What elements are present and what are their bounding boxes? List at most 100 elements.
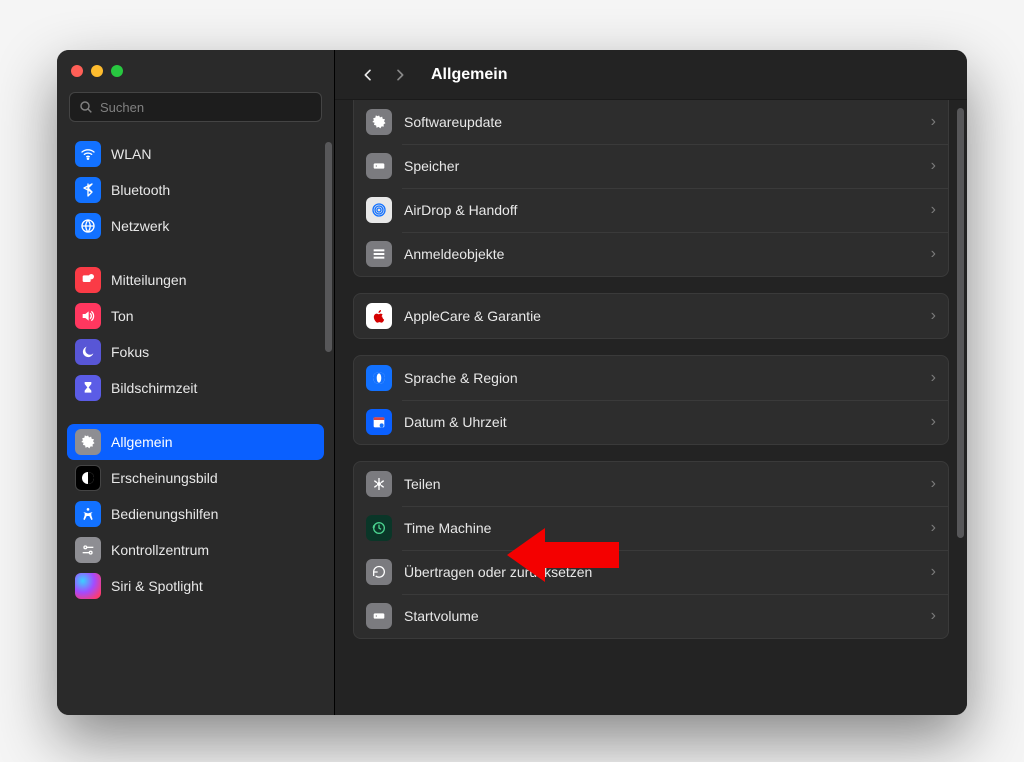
sidebar-item-kontrollzentrum[interactable]: Kontrollzentrum (67, 532, 324, 568)
globe-icon (75, 213, 101, 239)
forward-button[interactable] (387, 60, 413, 90)
chevron-right-icon: › (931, 113, 936, 131)
sidebar-item-label: Fokus (111, 344, 149, 360)
search-icon (78, 99, 94, 115)
cal-icon (366, 409, 392, 435)
sidebar-item-siri-spotlight[interactable]: Siri & Spotlight (67, 568, 324, 604)
cc-icon (75, 537, 101, 563)
sidebar-item-fokus[interactable]: Fokus (67, 334, 324, 370)
sidebar-item-label: Allgemein (111, 434, 172, 450)
airdrop-icon (366, 197, 392, 223)
chevron-right-icon: › (931, 563, 936, 581)
chevron-right-icon: › (931, 201, 936, 219)
zoom-window-button[interactable] (111, 65, 123, 77)
settings-section: AppleCare & Garantie › (353, 293, 949, 339)
list-icon (366, 241, 392, 267)
search-field[interactable] (69, 92, 322, 122)
share-icon (366, 471, 392, 497)
settings-row-airdrop-handoff[interactable]: AirDrop & Handoff › (354, 188, 948, 232)
settings-row-softwareupdate[interactable]: Softwareupdate › (354, 100, 948, 144)
sidebar-item-label: Erscheinungsbild (111, 470, 218, 486)
globe2-icon (366, 365, 392, 391)
settings-row-startvolume[interactable]: Startvolume › (354, 594, 948, 638)
settings-row-datum-uhrzeit[interactable]: Datum & Uhrzeit › (354, 400, 948, 444)
settings-row-label: Time Machine (404, 520, 491, 536)
moon-icon (75, 339, 101, 365)
settings-row-time-machine[interactable]: Time Machine › (354, 506, 948, 550)
sidebar-item-label: Netzwerk (111, 218, 169, 234)
sidebar-item-ton[interactable]: Ton (67, 298, 324, 334)
page-title: Allgemein (431, 66, 507, 84)
sidebar-item-allgemein[interactable]: Allgemein (67, 424, 324, 460)
sidebar-item-bedienungshilfen[interactable]: Bedienungshilfen (67, 496, 324, 532)
sidebar-item-label: Siri & Spotlight (111, 578, 203, 594)
sidebar-item-label: Mitteilungen (111, 272, 187, 288)
chevron-right-icon: › (931, 245, 936, 263)
sidebar-item-label: Bedienungshilfen (111, 506, 218, 522)
chevron-right-icon: › (931, 157, 936, 175)
settings-row--bertragen-oder-zur-cksetzen[interactable]: Übertragen oder zurücksetzen › (354, 550, 948, 594)
settings-row-label: Anmeldeobjekte (404, 246, 504, 262)
sidebar-item-bluetooth[interactable]: Bluetooth (67, 172, 324, 208)
appearance-icon (75, 465, 101, 491)
bell-icon (75, 267, 101, 293)
chevron-right-icon: › (931, 369, 936, 387)
settings-row-teilen[interactable]: Teilen › (354, 462, 948, 506)
access-icon (75, 501, 101, 527)
bt-icon (75, 177, 101, 203)
chevron-right-icon: › (931, 519, 936, 537)
settings-section: Sprache & Region › Datum & Uhrzeit › (353, 355, 949, 445)
chevron-right-icon: › (931, 413, 936, 431)
sidebar-item-wlan[interactable]: WLAN (67, 136, 324, 172)
settings-row-label: Softwareupdate (404, 114, 502, 130)
disk-icon (366, 153, 392, 179)
settings-window: WLAN Bluetooth Netzwerk Mitteilungen Ton Foku… (57, 50, 967, 715)
sidebar-item-label: Ton (111, 308, 134, 324)
settings-row-label: Übertragen oder zurücksetzen (404, 564, 592, 580)
settings-row-label: Teilen (404, 476, 441, 492)
settings-row-anmeldeobjekte[interactable]: Anmeldeobjekte › (354, 232, 948, 276)
close-window-button[interactable] (71, 65, 83, 77)
sidebar-item-erscheinungsbild[interactable]: Erscheinungsbild (67, 460, 324, 496)
sidebar-item-bildschirmzeit[interactable]: Bildschirmzeit (67, 370, 324, 406)
sidebar-item-label: Bildschirmzeit (111, 380, 197, 396)
settings-row-applecare-garantie[interactable]: AppleCare & Garantie › (354, 294, 948, 338)
siri-icon (75, 573, 101, 599)
settings-row-label: AirDrop & Handoff (404, 202, 517, 218)
settings-row-sprache-region[interactable]: Sprache & Region › (354, 356, 948, 400)
minimize-window-button[interactable] (91, 65, 103, 77)
sound-icon (75, 303, 101, 329)
settings-row-label: Datum & Uhrzeit (404, 414, 507, 430)
wifi-icon (75, 141, 101, 167)
sidebar-item-label: Bluetooth (111, 182, 170, 198)
content-scrollbar[interactable] (957, 108, 964, 538)
hourglass-icon (75, 375, 101, 401)
settings-section: Teilen›Time Machine›Übertragen oder zurü… (353, 461, 949, 639)
sidebar-item-mitteilungen[interactable]: Mitteilungen (67, 262, 324, 298)
back-button[interactable] (355, 60, 381, 90)
tm-icon (366, 515, 392, 541)
main-panel: Allgemein Softwareupdate›Speicher›AirDro… (335, 50, 967, 715)
search-input[interactable] (100, 100, 313, 115)
settings-section: Softwareupdate›Speicher›AirDrop & Handof… (353, 100, 949, 277)
chevron-right-icon: › (931, 607, 936, 625)
settings-row-label: AppleCare & Garantie (404, 308, 541, 324)
titlebar (57, 50, 334, 92)
main-header: Allgemein (335, 50, 967, 100)
sidebar: WLAN Bluetooth Netzwerk Mitteilungen Ton Foku… (57, 50, 335, 715)
sidebar-item-label: WLAN (111, 146, 151, 162)
reset-icon (366, 559, 392, 585)
gear-icon (75, 429, 101, 455)
sidebar-item-label: Kontrollzentrum (111, 542, 209, 558)
settings-row-label: Speicher (404, 158, 459, 174)
settings-row-label: Sprache & Region (404, 370, 518, 386)
disk-icon (366, 603, 392, 629)
apple-icon (366, 303, 392, 329)
chevron-right-icon: › (931, 475, 936, 493)
settings-row-speicher[interactable]: Speicher › (354, 144, 948, 188)
gear-icon (366, 109, 392, 135)
chevron-right-icon: › (931, 307, 936, 325)
settings-row-label: Startvolume (404, 608, 479, 624)
sidebar-scrollbar[interactable] (325, 142, 332, 352)
sidebar-item-netzwerk[interactable]: Netzwerk (67, 208, 324, 244)
